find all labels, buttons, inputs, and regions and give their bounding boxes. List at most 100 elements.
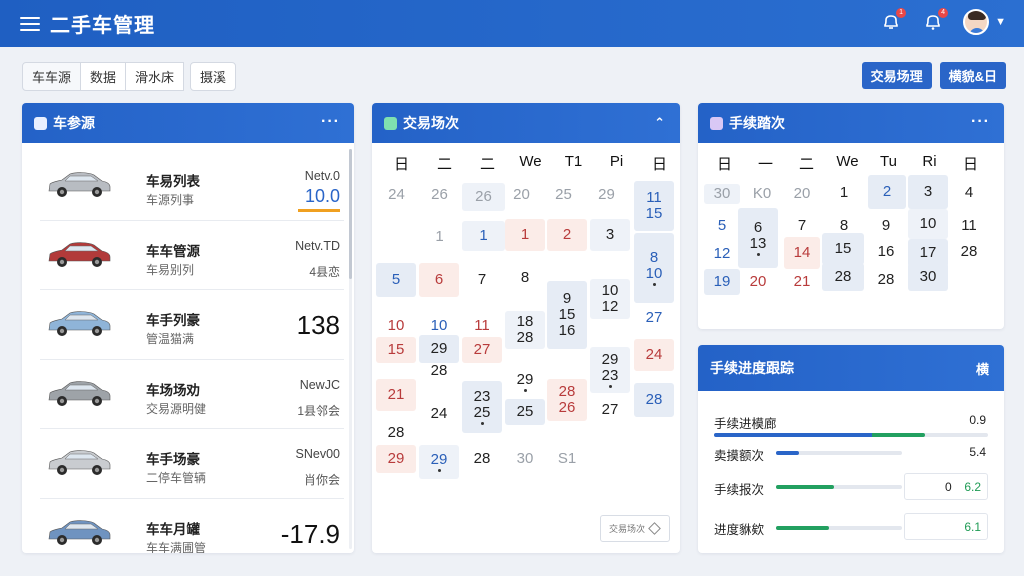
- calendar-day[interactable]: 16: [868, 239, 904, 265]
- trade-button[interactable]: 交易场理: [861, 62, 932, 89]
- calendar-day[interactable]: 10 12: [590, 279, 630, 319]
- calendar-day[interactable]: 25: [505, 399, 545, 425]
- notification-button[interactable]: 1: [879, 8, 907, 34]
- calendar-day[interactable]: 30: [505, 447, 545, 471]
- value-box[interactable]: 0 6.2: [904, 473, 988, 500]
- calendar-day[interactable]: 6: [419, 263, 459, 297]
- calendar-day[interactable]: 23 25: [462, 381, 502, 433]
- vehicle-row[interactable]: 车车月罐 车车满圃管 -17.9: [40, 499, 344, 553]
- calendar-day[interactable]: 20: [505, 185, 538, 205]
- weekday-label: 一: [757, 156, 773, 173]
- calendar-day[interactable]: 26: [462, 183, 505, 211]
- calendar-day[interactable]: 11: [462, 315, 502, 337]
- calendar-day[interactable]: 15: [822, 233, 864, 265]
- tab-vehicles[interactable]: 车车源: [22, 62, 82, 91]
- calendar-day[interactable]: 9: [868, 213, 904, 239]
- calendar-day[interactable]: 2: [547, 219, 587, 251]
- calendar-day[interactable]: 30: [704, 184, 740, 204]
- calendar-day[interactable]: 21: [376, 379, 416, 411]
- alerts-button[interactable]: 4: [921, 8, 949, 34]
- calendar-day[interactable]: 3: [908, 175, 948, 209]
- calendar-day[interactable]: 5: [704, 213, 740, 239]
- tab-data[interactable]: 数据: [81, 62, 127, 91]
- calendar-day[interactable]: 5: [376, 263, 416, 297]
- calendar-day[interactable]: K0: [744, 184, 780, 204]
- calendar-day[interactable]: 28: [868, 267, 904, 293]
- calendar-day[interactable]: 27: [590, 397, 630, 423]
- calendar-day[interactable]: 29: [590, 185, 623, 205]
- calendar-day[interactable]: 27: [634, 303, 674, 333]
- more-icon[interactable]: ···: [971, 113, 990, 131]
- calendar-day[interactable]: 20: [784, 184, 820, 204]
- tab-slides[interactable]: 滑水床: [126, 62, 185, 91]
- calendar-day[interactable]: 28: [951, 239, 987, 265]
- calendar-day[interactable]: 8: [505, 265, 545, 291]
- calendar-day[interactable]: 3: [590, 219, 630, 251]
- calendar-day[interactable]: 12: [704, 241, 740, 267]
- calendar-day[interactable]: 28: [376, 423, 416, 443]
- vehicle-row[interactable]: 车手列豪 管温猫满 138: [40, 290, 344, 360]
- calendar-day[interactable]: 29: [419, 445, 459, 479]
- calendar-day[interactable]: 29: [376, 445, 416, 473]
- calendar-day[interactable]: 10: [376, 315, 416, 337]
- value-box[interactable]: 6.1: [904, 513, 988, 540]
- calendar-day[interactable]: 15: [376, 337, 416, 363]
- calendar-day[interactable]: 19: [704, 269, 740, 295]
- document-icon: [34, 116, 47, 130]
- calendar-day[interactable]: 10: [419, 315, 459, 337]
- chevron-down-icon[interactable]: ▼: [995, 16, 1006, 28]
- calendar-day[interactable]: 21: [784, 269, 820, 295]
- calendar-day[interactable]: 1: [423, 225, 456, 249]
- calendar-day[interactable]: 26: [423, 185, 456, 205]
- calendar-day[interactable]: 8 10: [634, 233, 674, 303]
- chevron-up-icon[interactable]: ⌃: [654, 115, 666, 131]
- calendar-day[interactable]: 1: [826, 183, 862, 203]
- calendar-day[interactable]: 24: [380, 185, 413, 205]
- calendar-icon: [384, 116, 397, 130]
- calendar-day[interactable]: 29 23: [590, 347, 630, 393]
- calendar-day[interactable]: 24: [634, 339, 674, 371]
- progress-action[interactable]: 横: [976, 359, 990, 378]
- calendar-day[interactable]: 7: [784, 213, 820, 239]
- vehicle-row[interactable]: 车易列表 车源列事 Netv.0 10.0: [40, 151, 344, 221]
- calendar-day[interactable]: S1: [547, 447, 587, 471]
- weekday-label: 二: [479, 156, 495, 173]
- vehicle-row[interactable]: 车场场劝 交易源明健 NewJC 1县邻会: [40, 360, 344, 429]
- calendar-day[interactable]: 27: [462, 337, 502, 363]
- menu-icon[interactable]: [20, 16, 42, 32]
- calendar-day[interactable]: 9 15 16: [547, 281, 587, 349]
- calendar-day[interactable]: 7: [462, 267, 502, 293]
- vehicle-row[interactable]: 车车管源 车易别列 Netv.TD 4县恋: [40, 221, 344, 290]
- calendar-day[interactable]: 20: [738, 269, 778, 295]
- calendar-day[interactable]: 4: [951, 183, 987, 203]
- day-number: 18: [516, 313, 534, 331]
- calendar-day[interactable]: 30: [908, 263, 948, 291]
- calendar-day[interactable]: 11: [951, 213, 987, 239]
- calendar-day[interactable]: 28: [822, 263, 864, 291]
- avatar[interactable]: [963, 9, 990, 35]
- calendar-day[interactable]: 24: [419, 401, 459, 427]
- calendar-day[interactable]: 2: [868, 175, 906, 209]
- calendar-day[interactable]: 14: [784, 237, 820, 269]
- calendar-day[interactable]: 11 15: [634, 181, 674, 231]
- calendar-day[interactable]: 25: [547, 185, 580, 205]
- calendar-day[interactable]: 1: [505, 219, 545, 251]
- vehicle-row[interactable]: 车手场豪 二停车管辆 SNev00 肖你会: [40, 429, 344, 499]
- calendar-day[interactable]: 6 13: [738, 208, 778, 268]
- calendar-footer-button[interactable]: 交易场次: [600, 515, 670, 542]
- calendar-day[interactable]: 28 26: [547, 379, 587, 421]
- calendar-day[interactable]: 18 28: [505, 311, 545, 349]
- date-button[interactable]: 横貌&日: [939, 62, 1006, 89]
- calendar-day[interactable]: 28: [462, 447, 502, 471]
- scrollbar-thumb[interactable]: [349, 149, 352, 279]
- tab-other[interactable]: 摄溪: [190, 62, 237, 91]
- day-number: 30: [516, 450, 534, 468]
- more-icon[interactable]: ···: [321, 113, 340, 131]
- calendar-day[interactable]: 1: [462, 221, 505, 251]
- calendar-day[interactable]: 10: [908, 209, 948, 239]
- vehicle-subtitle: 车源列事: [146, 193, 195, 207]
- calendar-day[interactable]: 28: [419, 359, 459, 383]
- day-number: 24: [645, 346, 663, 364]
- calendar-day[interactable]: 29: [505, 365, 545, 399]
- calendar-day[interactable]: 28: [634, 383, 674, 417]
